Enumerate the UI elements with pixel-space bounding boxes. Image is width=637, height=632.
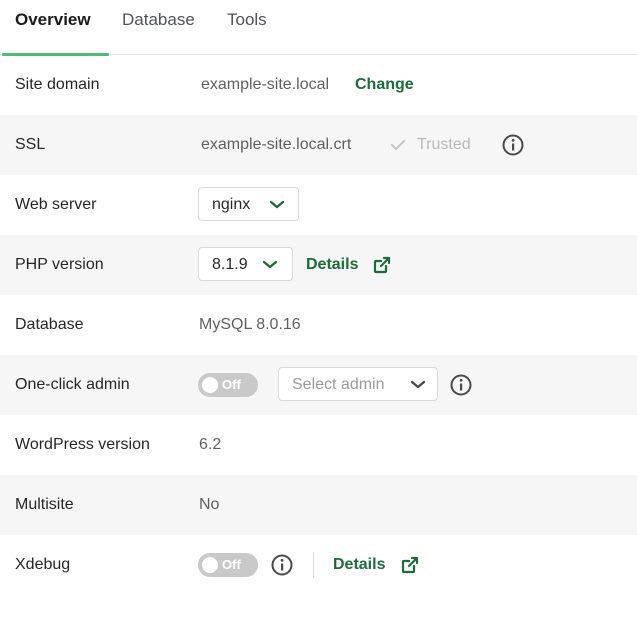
xdebug-details-link[interactable]: Details (333, 535, 385, 595)
site-domain-label: Site domain (15, 76, 100, 93)
database-value: MySQL 8.0.16 (199, 316, 301, 333)
chevron-down-icon (410, 380, 426, 389)
xdebug-label: Xdebug (15, 556, 71, 573)
ssl-label: SSL (15, 136, 46, 153)
wordpress-version-value: 6.2 (199, 436, 222, 453)
web-server-label: Web server (15, 196, 97, 213)
external-link-icon[interactable] (400, 555, 420, 575)
xdebug-toggle[interactable]: Off (198, 553, 258, 577)
admin-select[interactable]: Select admin (278, 367, 438, 401)
tab-tools[interactable]: Tools (227, 0, 267, 54)
info-icon[interactable] (271, 554, 293, 576)
toggle-knob (202, 377, 218, 393)
admin-select-placeholder: Select admin (292, 376, 385, 393)
tab-bar: Overview Database Tools (0, 0, 637, 56)
row-database: Database MySQL 8.0.16 (0, 295, 637, 355)
php-version-select[interactable]: 8.1.9 (198, 247, 293, 281)
one-click-admin-label: One-click admin (15, 376, 130, 393)
row-web-server: Web server nginx (0, 175, 637, 235)
one-click-admin-toggle[interactable]: Off (198, 373, 258, 397)
tab-database[interactable]: Database (122, 0, 195, 54)
info-icon[interactable] (502, 134, 524, 156)
wordpress-version-label: WordPress version (15, 436, 150, 453)
info-icon[interactable] (450, 374, 472, 396)
divider (313, 552, 314, 578)
php-version-label: PHP version (15, 256, 104, 273)
toggle-state-label: Off (222, 377, 241, 392)
row-ssl: SSL example-site.local.crt Trusted (0, 115, 637, 175)
toggle-state-label: Off (222, 557, 241, 572)
tab-overview[interactable]: Overview (15, 0, 91, 54)
row-one-click-admin: One-click admin Off Select admin (0, 355, 637, 415)
database-label: Database (15, 316, 84, 333)
php-version-selected-value: 8.1.9 (212, 256, 248, 273)
multisite-label: Multisite (15, 496, 74, 513)
web-server-select[interactable]: nginx (198, 187, 299, 221)
multisite-value: No (199, 496, 220, 513)
web-server-selected-value: nginx (212, 196, 251, 213)
php-details-link[interactable]: Details (306, 235, 358, 295)
row-xdebug: Xdebug Off Details (0, 535, 637, 595)
row-multisite: Multisite No (0, 475, 637, 535)
ssl-certificate-value: example-site.local.crt (201, 136, 352, 153)
toggle-knob (202, 557, 218, 573)
chevron-down-icon (262, 260, 278, 269)
row-wordpress-version: WordPress version 6.2 (0, 415, 637, 475)
site-domain-value: example-site.local (201, 76, 330, 93)
row-site-domain: Site domain example-site.local Change (0, 55, 637, 115)
external-link-icon[interactable] (372, 255, 392, 275)
checkmark-icon (391, 140, 405, 150)
change-domain-link[interactable]: Change (355, 55, 414, 115)
chevron-down-icon (269, 200, 285, 209)
ssl-trusted-status: Trusted (417, 136, 471, 153)
row-php-version: PHP version 8.1.9 Details (0, 235, 637, 295)
